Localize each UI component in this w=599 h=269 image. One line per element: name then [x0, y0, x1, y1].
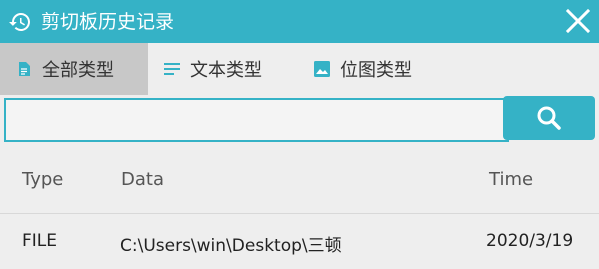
- table-row[interactable]: FILE C:\Users\win\Desktop\三顿 2020/3/19: [0, 214, 599, 269]
- table-header: Type Data Time: [0, 147, 599, 214]
- tab-label: 位图类型: [340, 60, 412, 81]
- tab-label: 文本类型: [190, 60, 262, 81]
- cell-time: 2020/3/19: [486, 231, 574, 251]
- type-tabs: 全部类型 文本类型 位图类型: [0, 43, 599, 95]
- image-icon: [314, 61, 330, 77]
- text-lines-icon: [164, 63, 180, 75]
- cell-type: FILE: [22, 231, 58, 251]
- search-icon: [537, 106, 561, 130]
- search-button[interactable]: [503, 96, 595, 140]
- column-header-time[interactable]: Time: [489, 169, 533, 190]
- history-icon: [9, 13, 30, 31]
- window-title: 剪切板历史记录: [41, 11, 175, 33]
- column-header-data[interactable]: Data: [121, 169, 164, 190]
- tab-bitmap-type[interactable]: 位图类型: [288, 43, 438, 95]
- search-bar: [0, 95, 599, 147]
- title-bar: 剪切板历史记录: [0, 0, 599, 43]
- tab-text-type[interactable]: 文本类型: [148, 43, 288, 95]
- tab-label: 全部类型: [42, 60, 114, 81]
- tab-all-types[interactable]: 全部类型: [0, 43, 148, 95]
- close-icon[interactable]: [563, 6, 593, 36]
- search-input[interactable]: [4, 98, 509, 142]
- column-header-type[interactable]: Type: [22, 169, 63, 190]
- document-icon: [19, 62, 30, 76]
- cell-data: C:\Users\win\Desktop\三顿: [120, 236, 342, 256]
